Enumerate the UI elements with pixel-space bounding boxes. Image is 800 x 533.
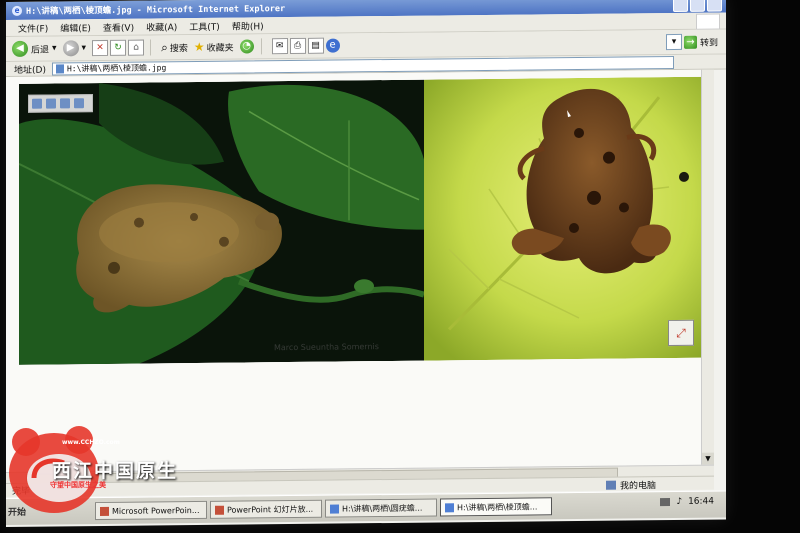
back-dropdown-icon[interactable]: ▾: [52, 43, 57, 53]
expand-image-button[interactable]: ⤢: [668, 319, 694, 347]
network-icon[interactable]: [660, 498, 671, 507]
photo-credit: Marco Sueuntha Somernis: [274, 342, 379, 353]
windows-logo-icon: [696, 13, 720, 30]
menu-view[interactable]: 查看(V): [103, 20, 134, 33]
edit-icon[interactable]: ▤: [307, 37, 324, 54]
search-icon: ⌕: [161, 39, 168, 54]
ie-icon: e: [12, 5, 22, 16]
window-title: H:\讲稿\两栖\棱顶蟾.jpg - Microsoft Internet Ex…: [26, 4, 286, 17]
address-dropdown-icon[interactable]: ▾: [665, 33, 682, 51]
history-icon[interactable]: ◔: [239, 39, 254, 54]
favorites-button[interactable]: ★ 收藏夹: [194, 40, 234, 54]
vertical-scrollbar[interactable]: ▼: [701, 69, 714, 465]
home-icon[interactable]: ⌂: [128, 39, 145, 56]
slideshow-icon: [215, 505, 224, 515]
page-content: ⤢ Marco Sueuntha Somernis ▼: [6, 69, 714, 472]
back-arrow-icon: ◀: [12, 40, 28, 57]
go-arrow-icon: →: [683, 35, 697, 49]
watermark-slogan: 守望中国原生之美: [50, 481, 106, 489]
mail-image-icon[interactable]: [60, 98, 70, 109]
menu-help[interactable]: 帮助(H): [232, 19, 264, 32]
star-icon: ★: [193, 39, 205, 55]
taskbar-item-ie-2[interactable]: H:\讲稿\两栖\棱顶蟾...: [440, 497, 552, 517]
taskbar-item-label: H:\讲稿\两栖\圆疣蟾...: [342, 503, 423, 513]
search-button[interactable]: ⌕ 搜索: [161, 40, 188, 55]
zone-label: 我的电脑: [620, 481, 657, 492]
print-image-icon[interactable]: [46, 98, 56, 109]
window-controls: [673, 0, 722, 13]
scroll-down-icon[interactable]: ▼: [702, 452, 714, 465]
forward-button[interactable]: ▶ ▾: [62, 40, 87, 57]
security-zone: 我的电脑: [606, 478, 656, 492]
close-button[interactable]: [707, 0, 722, 12]
watermark-url: www.CCHZO.com: [62, 439, 120, 446]
watermark-brand: 西江中国原生: [52, 460, 179, 482]
refresh-icon[interactable]: ↻: [110, 39, 127, 56]
address-value: H:\讲稿\两栖\棱顶蟾.jpg: [66, 62, 167, 73]
volume-icon[interactable]: ♪: [676, 497, 682, 507]
image-toolbar: [28, 94, 93, 113]
ie-icon: [445, 502, 454, 512]
system-tray: ♪ 16:44: [660, 497, 714, 508]
address-label: 地址(D): [14, 65, 46, 76]
taskbar-item-label: PowerPoint 幻灯片放...: [227, 504, 314, 515]
messenger-icon[interactable]: e: [325, 38, 340, 53]
back-label: 后退: [31, 45, 50, 56]
watermark-logo: www.CCHZO.com 西江中国原生 守望中国原生之美: [4, 418, 179, 528]
print-icon[interactable]: ⎙: [289, 37, 306, 55]
toolbar-separator: [150, 39, 152, 56]
menu-edit[interactable]: 编辑(E): [60, 21, 91, 34]
stop-icon[interactable]: ✕: [92, 39, 109, 57]
frog-photo-graphic: [19, 76, 702, 365]
go-label: 转到: [699, 38, 718, 49]
back-button[interactable]: ◀ 后退 ▾: [12, 40, 57, 57]
maximize-button[interactable]: [690, 0, 705, 12]
favorites-label: 收藏夹: [206, 43, 234, 54]
frog-photo[interactable]: ⤢ Marco Sueuntha Somernis: [19, 76, 702, 365]
expand-icon: ⤢: [676, 325, 686, 340]
mail-icon[interactable]: ✉: [271, 38, 288, 55]
folder-icon[interactable]: [74, 98, 84, 109]
save-image-icon[interactable]: [32, 98, 42, 109]
forward-dropdown-icon[interactable]: ▾: [82, 43, 87, 53]
taskbar-item-ie-1[interactable]: H:\讲稿\两栖\圆疣蟾...: [325, 498, 437, 518]
search-label: 搜索: [169, 43, 188, 54]
forward-arrow-icon: ▶: [62, 40, 79, 57]
clock: 16:44: [688, 496, 714, 507]
taskbar-item-slideshow[interactable]: PowerPoint 幻灯片放...: [210, 499, 322, 519]
menu-favorites[interactable]: 收藏(A): [146, 20, 177, 33]
menu-tools[interactable]: 工具(T): [189, 19, 220, 32]
computer-icon: [606, 480, 616, 490]
go-button[interactable]: ▾ → 转到: [665, 33, 718, 51]
menu-file[interactable]: 文件(F): [18, 21, 48, 34]
minimize-button[interactable]: [673, 0, 688, 13]
taskbar-item-label: H:\讲稿\两栖\棱顶蟾...: [457, 501, 538, 512]
toolbar-separator-2: [260, 38, 262, 55]
ie-icon: [330, 504, 339, 514]
file-icon: [55, 63, 64, 73]
